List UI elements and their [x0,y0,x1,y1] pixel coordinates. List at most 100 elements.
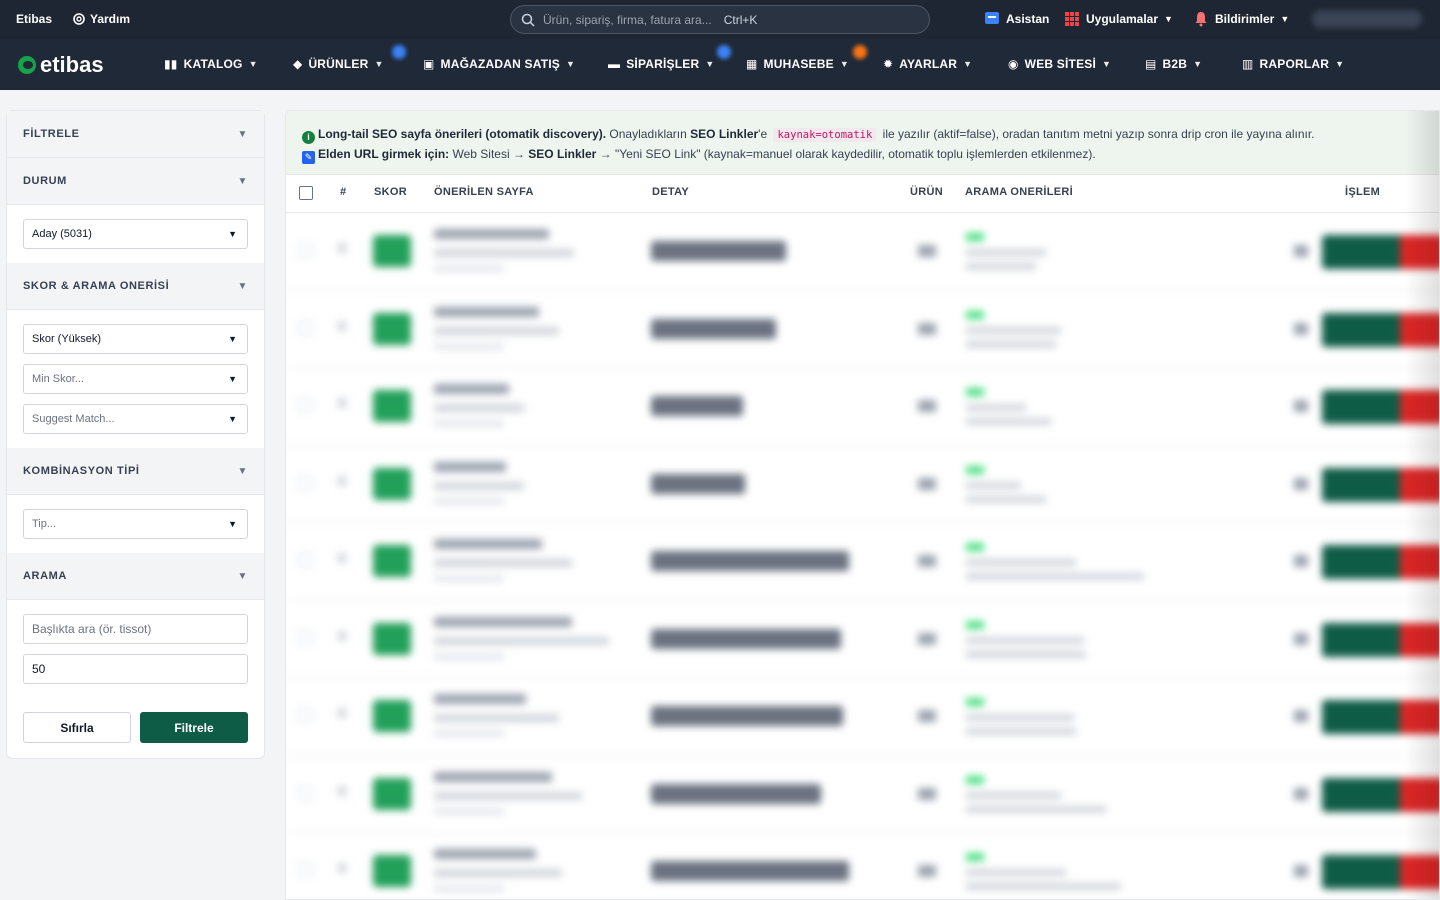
row-checkbox[interactable] [298,630,312,645]
col-score[interactable]: SKOR [374,186,407,198]
eye-icon[interactable] [1294,400,1308,412]
reject-button[interactable] [1400,700,1439,734]
suggestion-text [966,573,1144,580]
table-row[interactable] [286,368,1439,446]
nav-urunler[interactable]: ◆ ÜRÜNLER ▼ [293,57,384,71]
page-title[interactable] [434,616,572,627]
row-checkbox[interactable] [298,320,312,335]
status-select[interactable]: Aday (5031) ▼ [23,219,248,249]
reject-button[interactable] [1400,467,1439,502]
assistant-button[interactable]: Asistan [984,11,1049,27]
page-title[interactable] [434,771,552,782]
type-select[interactable]: Tip... ▼ [23,509,248,539]
reject-button[interactable] [1400,622,1439,657]
limit-input[interactable] [23,654,248,684]
page-title[interactable] [434,384,509,394]
nav-katalog[interactable]: ▮▮ KATALOG ▼ [164,57,258,71]
approve-button[interactable] [1322,390,1404,424]
table-row[interactable] [286,833,1439,899]
score-sort-select[interactable]: Skor (Yüksek) ▼ [23,324,248,354]
suggest-match-select[interactable]: Suggest Match... ▼ [23,404,248,434]
nav-raporlar[interactable]: ▥ RAPORLAR ▼ [1242,57,1344,71]
row-checkbox[interactable] [298,708,312,722]
page-title[interactable] [434,461,506,472]
suggestion-text [966,883,1121,890]
table-row[interactable] [286,678,1439,756]
table-row[interactable] [286,446,1439,523]
eye-icon[interactable] [1294,787,1308,800]
approve-button[interactable] [1322,467,1404,502]
section-combo-header[interactable]: KOMBİNASYON TİPİ ▼ [7,448,264,495]
nav-ayarlar[interactable]: ✹ AYARLAR ▼ [883,57,972,71]
page-meta [434,497,504,505]
eye-icon[interactable] [1294,865,1308,877]
row-checkbox[interactable] [298,553,312,567]
eye-icon[interactable] [1294,555,1308,567]
user-menu[interactable] [1312,10,1422,28]
approve-button[interactable] [1322,622,1404,657]
eye-icon[interactable] [1294,477,1308,490]
section-filter-header[interactable]: FİLTRELE ▼ [7,111,264,158]
reject-button[interactable] [1400,390,1439,424]
section-status-header[interactable]: DURUM ▼ [7,158,264,205]
title-search-input[interactable] [23,614,248,644]
nav-magazadan-satis[interactable]: ▣ MAĞAZADAN SATIŞ ▼ [423,57,575,71]
help-link[interactable]: Yardım [73,12,130,26]
section-search-header[interactable]: ARAMA ▼ [7,553,264,600]
status-select-value: Aday (5031) [32,228,92,240]
row-checkbox[interactable] [298,243,312,257]
table-row[interactable] [286,756,1439,833]
table-row[interactable] [286,213,1439,291]
nav-siparisler[interactable]: ▬ SİPARİŞLER ▼ [608,57,714,71]
reject-button[interactable] [1400,545,1439,579]
nav-b2b[interactable]: ▤ B2B ▼ [1145,57,1202,71]
nav-web-sitesi[interactable]: ◉ WEB SİTESİ ▼ [1008,57,1111,71]
page-title[interactable] [434,306,539,317]
reject-button[interactable] [1400,235,1439,269]
approve-button[interactable] [1322,235,1404,269]
col-page[interactable]: ÖNERİLEN SAYFA [434,186,534,198]
chevron-down-icon: ▼ [228,374,237,384]
search-shortcut: Ctrl+K [723,12,758,27]
global-search[interactable]: Ürün, sipariş, firma, fatura ara... Ctrl… [510,5,930,34]
approve-button[interactable] [1322,312,1404,347]
table-row[interactable] [286,291,1439,368]
eye-icon[interactable] [1294,245,1308,257]
notifications-menu[interactable]: Bildirimler ▼ [1193,11,1289,27]
page-title[interactable] [434,849,536,859]
row-checkbox[interactable] [298,398,312,412]
reset-button[interactable]: Sıfırla [23,712,131,743]
eye-icon[interactable] [1294,322,1308,335]
suggestion-text [966,636,1084,644]
table-row[interactable] [286,601,1439,678]
chevron-down-icon: ▼ [565,59,576,69]
suggestions-panel: i Long-tail SEO sayfa önerileri (otomatik… [285,110,1440,900]
row-checkbox[interactable] [298,863,312,877]
table-row[interactable] [286,523,1439,601]
reject-button[interactable] [1400,312,1439,347]
page-title[interactable] [434,229,549,239]
eye-icon[interactable] [1294,632,1308,645]
approve-button[interactable] [1322,545,1404,579]
eye-icon[interactable] [1294,710,1308,722]
row-checkbox[interactable] [298,785,312,800]
row-checkbox[interactable] [298,475,312,490]
approve-button[interactable] [1322,700,1404,734]
reject-button[interactable] [1400,777,1439,812]
logo[interactable]: etibas [18,52,104,78]
reject-button[interactable] [1400,855,1439,889]
brand-name[interactable]: Etibas [16,12,52,26]
min-score-select[interactable]: Min Skor... ▼ [23,364,248,394]
detail-cell [651,396,743,416]
select-all-checkbox[interactable] [299,186,313,200]
col-product[interactable]: ÜRÜN [910,186,943,198]
product-count [918,477,936,490]
apps-menu[interactable]: Uygulamalar ▼ [1064,11,1173,27]
page-title[interactable] [434,539,542,549]
approve-button[interactable] [1322,855,1404,889]
section-score-header[interactable]: SKOR & ARAMA ONERİSİ ▼ [7,263,264,310]
approve-button[interactable] [1322,777,1404,812]
page-title[interactable] [434,694,526,704]
filter-button[interactable]: Filtrele [140,712,248,743]
nav-muhasebe[interactable]: ▦ MUHASEBE ▼ [746,57,849,71]
